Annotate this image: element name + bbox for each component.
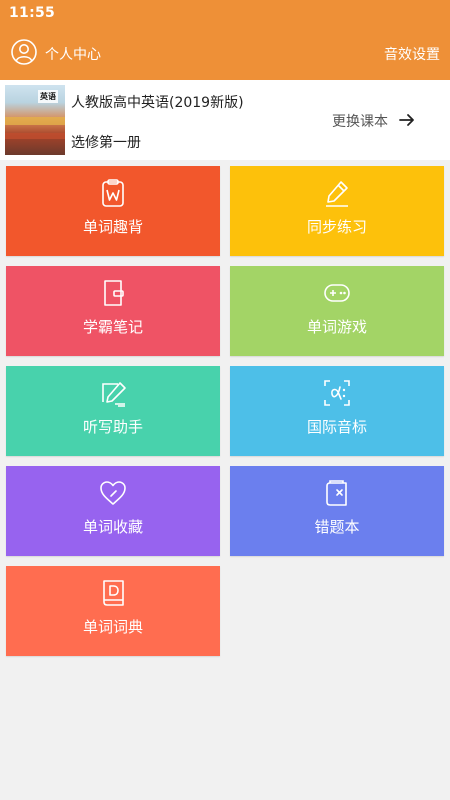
textbook-cover-image: 英语 [5, 85, 65, 155]
gamepad-icon [324, 284, 350, 302]
tile-word-game[interactable]: 单词游戏 [230, 266, 444, 356]
tile-label: 学霸笔记 [82, 318, 143, 336]
tile-label: 单词趣背 [82, 218, 143, 236]
sound-settings-button[interactable]: 音效设置 [384, 44, 440, 64]
arrow-right-icon[interactable] [398, 111, 416, 129]
change-textbook-button[interactable]: 更换课本 [332, 111, 388, 131]
cover-decoration [5, 133, 65, 139]
cover-decoration [5, 117, 65, 125]
tile-phonetics[interactable]: 国际音标 [230, 366, 444, 456]
cover-title: 英语 [38, 90, 58, 103]
wrong-book-icon [326, 480, 347, 506]
tile-label: 国际音标 [306, 418, 367, 436]
textbook-card[interactable]: 英语 人教版高中英语(2019新版) 选修第一册 更换课本 [0, 80, 450, 160]
tile-label: 单词游戏 [306, 318, 367, 336]
tile-label: 单词词典 [82, 618, 143, 636]
tile-mistake-book[interactable]: 错题本 [230, 466, 444, 556]
textbook-title: 人教版高中英语(2019新版) [71, 95, 244, 111]
profile-center-link[interactable]: 个人中心 [45, 44, 101, 64]
clipboard-w-icon [102, 179, 124, 207]
tile-word-memorize[interactable]: 单词趣背 [6, 166, 220, 256]
tile-label: 单词收藏 [82, 518, 143, 536]
status-time: 11:55 [9, 5, 56, 21]
pencil-icon [326, 181, 348, 207]
tile-label: 听写助手 [82, 418, 143, 436]
notebook-icon [104, 280, 124, 306]
tile-sync-practice[interactable]: 同步练习 [230, 166, 444, 256]
tile-word-dictionary[interactable]: 单词词典 [6, 566, 220, 656]
write-icon [102, 382, 126, 407]
heart-icon [100, 481, 126, 505]
tile-label: 同步练习 [306, 218, 367, 236]
tile-dictation-helper[interactable]: 听写助手 [6, 366, 220, 456]
tile-label: 错题本 [314, 518, 360, 536]
tile-word-favorites[interactable]: 单词收藏 [6, 466, 220, 556]
tile-top-notes[interactable]: 学霸笔记 [6, 266, 220, 356]
user-avatar-icon[interactable] [11, 39, 37, 65]
dictionary-icon [103, 580, 124, 606]
textbook-volume: 选修第一册 [71, 135, 141, 151]
phonetic-alpha-icon [324, 380, 350, 406]
